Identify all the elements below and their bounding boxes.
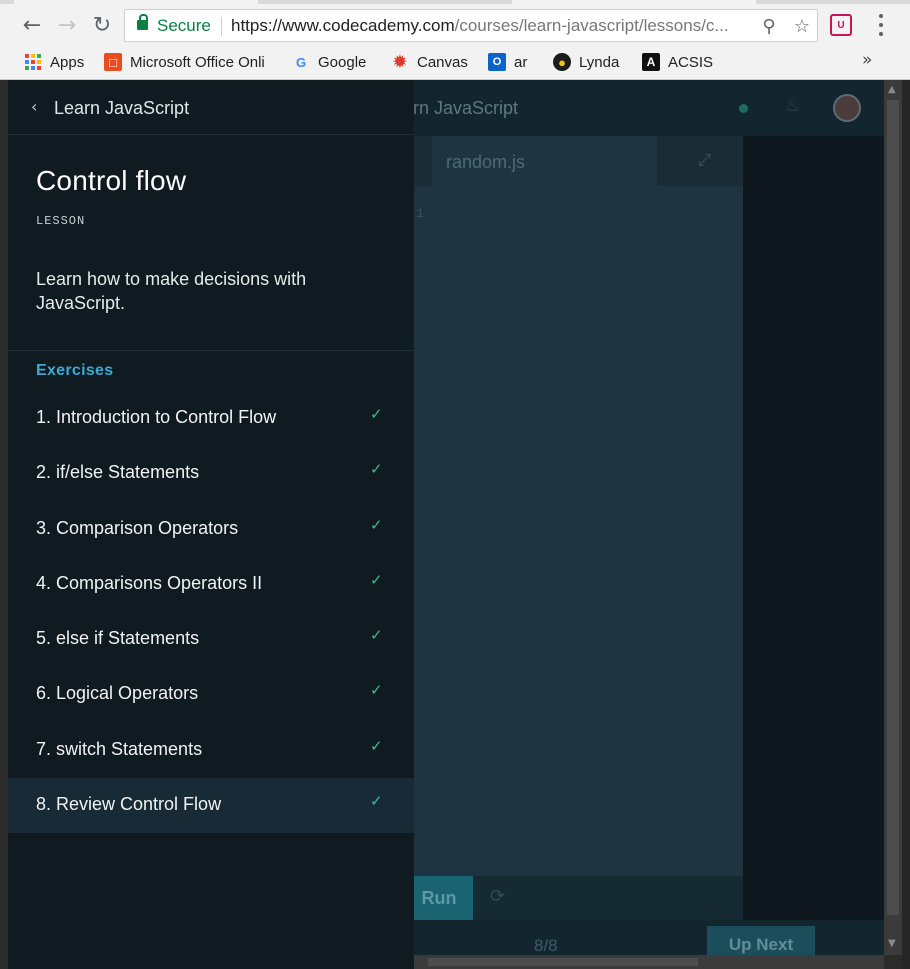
exercise-label: 2. if/else Statements — [36, 462, 200, 483]
checkmark-icon: ✓ — [370, 515, 383, 534]
url-path: /courses/learn-javascript/lessons/c... — [454, 16, 729, 35]
scroll-thumb[interactable] — [428, 958, 698, 966]
forward-arrow-icon[interactable]: → — [53, 11, 81, 39]
exercise-item[interactable]: 2. if/else Statements ✓ — [8, 446, 414, 501]
bookmark-lynda[interactable]: ● Lynda — [553, 50, 619, 74]
outlook-icon: O — [488, 53, 506, 71]
lynda-icon: ● — [553, 53, 571, 71]
menu-kebab-icon[interactable] — [872, 12, 890, 38]
exercise-label: 4. Comparisons Operators II — [36, 572, 263, 593]
bookmark-label: Lynda — [579, 53, 620, 71]
exercise-item[interactable]: 4. Comparisons Operators II ✓ — [8, 557, 414, 612]
secure-label: Secure — [157, 16, 211, 35]
acsis-icon: A — [642, 53, 660, 71]
exercise-label: 7. switch Statements — [36, 738, 203, 759]
bookmark-label: Apps — [50, 53, 85, 71]
bookmarks-bar: Apps □ Microsoft Office Onli G Google ✹ … — [0, 48, 910, 78]
url-host: https://www.codecademy.com — [231, 16, 455, 35]
code-editor[interactable] — [413, 136, 743, 876]
exercise-label: 5. else if Statements — [36, 628, 200, 649]
checkmark-icon: ✓ — [370, 681, 383, 700]
browser-tab[interactable] — [512, 0, 756, 4]
run-button[interactable]: Run — [405, 876, 473, 920]
bookmark-star-icon[interactable]: ☆ — [790, 14, 814, 38]
bookmark-outlook[interactable]: O ar — [488, 50, 527, 74]
bookmark-office[interactable]: □ Microsoft Office Onli — [104, 50, 265, 74]
checkmark-icon: ✓ — [370, 792, 383, 811]
checkmark-icon: ✓ — [370, 626, 383, 645]
exercise-label: 8. Review Control Flow — [36, 794, 222, 815]
exercise-item[interactable]: 1. Introduction to Control Flow ✓ — [8, 391, 414, 446]
exercise-item[interactable]: 6. Logical Operators ✓ — [8, 667, 414, 722]
exercise-label: 6. Logical Operators — [36, 683, 199, 704]
omnibox-divider — [221, 17, 222, 36]
browser-toolbar: ← → ↻ Secure https://www.codecademy.com/… — [0, 0, 910, 80]
checkmark-icon: ✓ — [370, 736, 383, 755]
file-tab-label: random.js — [446, 152, 526, 172]
bookmark-google[interactable]: G Google — [292, 50, 366, 74]
lesson-description: Learn how to make decisions with JavaScr… — [36, 269, 307, 313]
avatar[interactable] — [833, 94, 861, 122]
bookmark-label: Canvas — [417, 53, 468, 71]
checkmark-icon: ✓ — [370, 460, 383, 479]
apps-grid-icon — [24, 53, 42, 71]
office-icon: □ — [104, 53, 122, 71]
bookmark-label: ACSIS — [668, 53, 714, 71]
google-icon: G — [295, 54, 307, 70]
bookmark-label: Microsoft Office Onli — [130, 53, 265, 71]
zoom-icon[interactable]: ⚲ — [757, 14, 781, 38]
bookmark-label: ar — [514, 53, 528, 71]
expand-icon[interactable]: ⤢ — [698, 150, 711, 170]
scroll-up-arrow-icon[interactable]: ▲ — [888, 84, 896, 95]
back-arrow-icon[interactable]: ← — [18, 11, 46, 39]
address-bar[interactable]: Secure https://www.codecademy.com/course… — [124, 9, 818, 42]
bell-icon[interactable]: ♨ — [785, 96, 803, 118]
lesson-title: Control flow — [36, 165, 187, 196]
lesson-menu: ‹ Learn JavaScript Control flow LESSON L… — [8, 80, 414, 969]
checkmark-icon: ✓ — [370, 405, 383, 423]
back-label: Learn JavaScript — [54, 98, 190, 118]
scroll-thumb[interactable] — [887, 100, 899, 915]
bookmark-canvas[interactable]: ✹ Canvas — [391, 50, 468, 74]
progress-counter: 8/8 — [534, 936, 558, 955]
url-text[interactable]: https://www.codecademy.com/courses/learn… — [231, 16, 751, 36]
lesson-kicker: LESSON — [36, 214, 86, 228]
chevron-left-icon: ‹ — [31, 97, 38, 116]
exercise-item-active[interactable]: 8. Review Control Flow ✓ — [8, 778, 414, 834]
lock-icon — [137, 14, 148, 30]
bookmark-label: Google — [318, 53, 367, 71]
extension-icon[interactable]: U — [830, 14, 852, 36]
scroll-down-arrow-icon[interactable]: ▼ — [888, 938, 896, 949]
exercise-item[interactable]: 3. Comparison Operators ✓ — [8, 502, 414, 557]
browser-tab[interactable] — [14, 0, 258, 4]
exercise-list: 1. Introduction to Control Flow ✓ 2. if/… — [8, 391, 414, 834]
window-edge — [902, 80, 910, 969]
exercise-item[interactable]: 7. switch Statements ✓ — [8, 723, 414, 778]
course-title[interactable]: arn JavaScript — [403, 98, 518, 119]
line-number: 1 — [416, 206, 424, 221]
exercises-heading: Exercises — [36, 362, 114, 379]
exercise-label: 3. Comparison Operators — [36, 517, 239, 538]
status-dot-icon — [739, 104, 748, 113]
checkmark-icon: ✓ — [370, 570, 383, 589]
output-panel — [743, 136, 884, 920]
reset-icon[interactable]: ⟳ — [490, 886, 505, 907]
reload-icon[interactable]: ↻ — [88, 11, 116, 39]
back-to-course-link[interactable]: ‹ Learn JavaScript — [8, 80, 414, 135]
canvas-icon: ✹ — [393, 54, 407, 71]
exercise-item[interactable]: 5. else if Statements ✓ — [8, 612, 414, 667]
bookmarks-overflow-icon[interactable]: » — [862, 50, 872, 70]
exercise-label: 1. Introduction to Control Flow — [36, 407, 277, 427]
bookmark-acsis[interactable]: A ACSIS — [642, 50, 713, 74]
divider — [8, 350, 414, 351]
bookmark-apps[interactable]: Apps — [24, 50, 84, 74]
vertical-scrollbar[interactable]: ▲ ▼ — [884, 80, 902, 955]
